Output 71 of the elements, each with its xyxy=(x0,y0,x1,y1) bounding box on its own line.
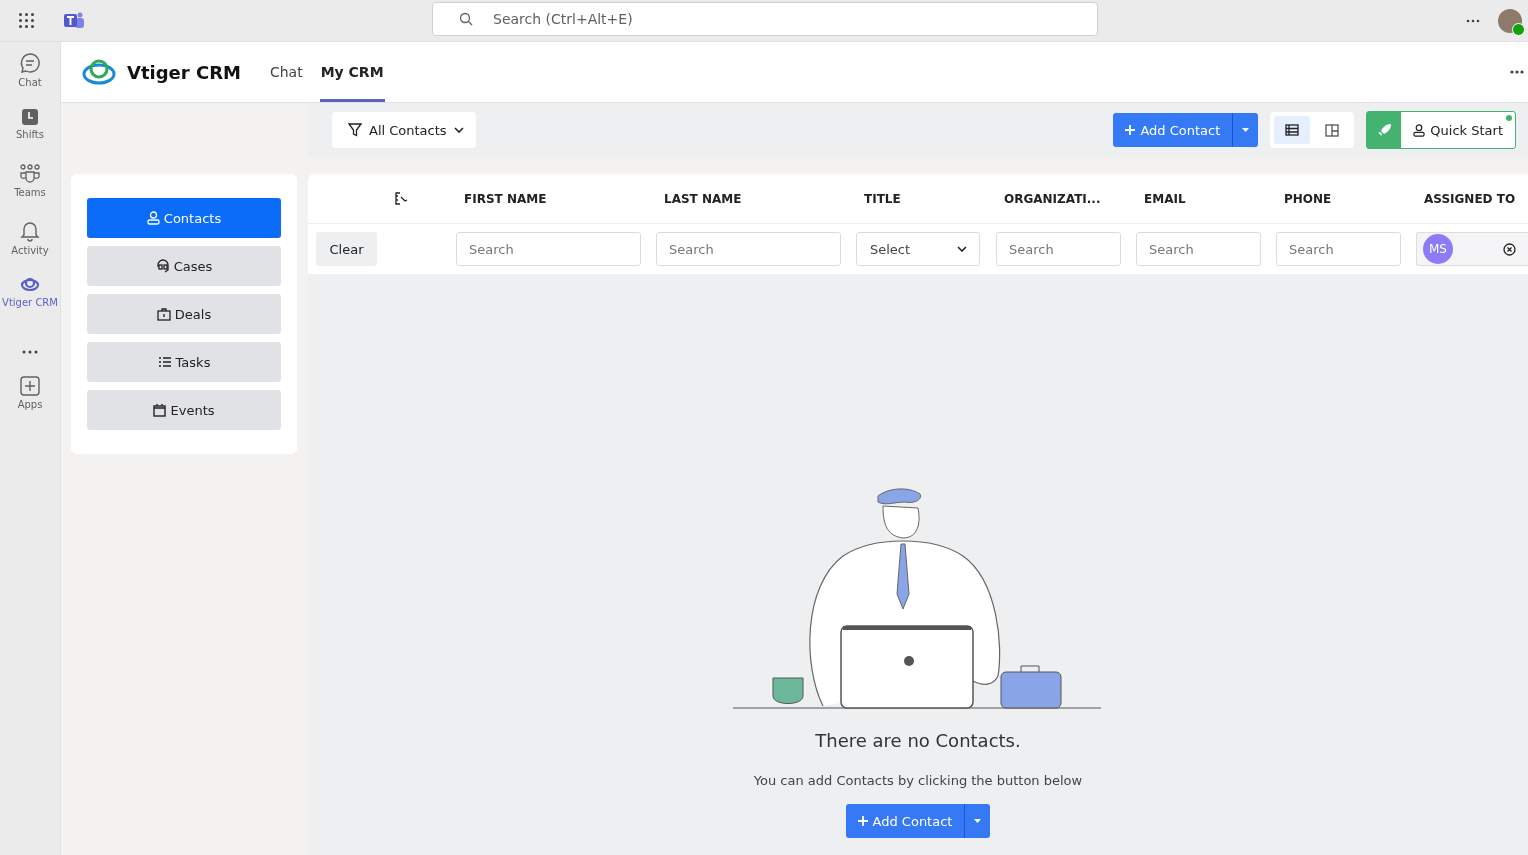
module-button[interactable]: Cases xyxy=(87,246,281,286)
empty-title: There are no Contacts. xyxy=(815,730,1021,751)
tab[interactable]: Chat xyxy=(268,42,304,102)
columns-icon xyxy=(1325,123,1340,137)
person-icon xyxy=(146,211,160,225)
rail-item[interactable]: Shifts xyxy=(0,106,61,162)
empty-subtitle: You can add Contacts by clicking the button below xyxy=(753,773,1083,788)
add-contact-button[interactable]: Add Contact xyxy=(845,804,965,838)
search-field[interactable]: Search (Ctrl+Alt+E) xyxy=(432,2,1098,36)
more-icon[interactable] xyxy=(22,350,38,354)
chevron-icon xyxy=(453,127,464,133)
presence-icon xyxy=(1512,22,1525,36)
person-icon xyxy=(1413,123,1426,137)
rail-item[interactable]: Chat xyxy=(0,50,61,106)
list-icon xyxy=(157,356,172,368)
filter-dropdown[interactable]: All Contacts xyxy=(332,112,476,148)
column-header[interactable]: TITLE xyxy=(856,191,996,206)
user-avatar: MS xyxy=(1423,234,1453,264)
clear-icon[interactable] xyxy=(1503,242,1516,256)
add-options-button[interactable] xyxy=(964,804,991,838)
add-options-button[interactable] xyxy=(1232,113,1259,147)
briefcase-icon xyxy=(156,307,171,321)
select-dropdown[interactable]: Select xyxy=(856,232,980,266)
plus-icon xyxy=(857,816,868,826)
module-button[interactable]: Deals xyxy=(87,294,281,334)
view-toggle[interactable] xyxy=(1274,116,1311,144)
search-field[interactable]: Search xyxy=(996,232,1121,266)
rail-item[interactable]: Vtiger CRM xyxy=(0,274,61,330)
notification-dot xyxy=(1506,115,1512,121)
module-button[interactable]: Contacts xyxy=(87,198,281,238)
chat-icon xyxy=(19,52,41,74)
column-header[interactable]: ORGANIZATI... xyxy=(996,191,1136,206)
calendar-icon xyxy=(153,403,167,417)
column-settings-icon[interactable] xyxy=(394,192,408,205)
bell-icon xyxy=(20,220,40,242)
add-contact-button[interactable]: Add Contact xyxy=(1113,113,1233,147)
add-icon xyxy=(20,376,40,396)
teams-logo-icon[interactable] xyxy=(63,11,85,30)
teams-icon xyxy=(19,164,41,184)
column-header[interactable]: EMAIL xyxy=(1136,191,1276,206)
module-button[interactable]: Tasks xyxy=(87,342,281,382)
search-field[interactable]: Search xyxy=(656,232,841,266)
table-icon xyxy=(1285,124,1300,136)
rail-item[interactable]: Teams xyxy=(0,162,61,218)
avatar[interactable] xyxy=(1498,8,1522,33)
caret-icon xyxy=(974,819,982,823)
caret-icon xyxy=(1242,128,1250,132)
more-icon[interactable] xyxy=(1510,70,1524,74)
search-field[interactable]: Search xyxy=(1276,232,1401,266)
rail-item[interactable]: Apps xyxy=(0,374,61,430)
rail-item[interactable]: Activity xyxy=(0,218,61,274)
module-button[interactable]: Events xyxy=(87,390,281,430)
clear-button[interactable]: Clear xyxy=(316,232,377,266)
column-header[interactable]: ASSIGNED TO xyxy=(1416,191,1528,206)
cloud-icon xyxy=(19,276,41,294)
column-header[interactable]: FIRST NAME xyxy=(456,191,656,206)
column-header[interactable]: PHONE xyxy=(1276,191,1416,206)
clock-icon xyxy=(21,108,39,126)
rocket-icon[interactable] xyxy=(1376,122,1392,138)
quick-start-button[interactable]: Quick Start xyxy=(1401,112,1515,148)
column-header[interactable]: LAST NAME xyxy=(656,191,856,206)
plus-icon xyxy=(1125,125,1136,135)
filter-icon xyxy=(348,123,362,137)
app-launcher-icon[interactable] xyxy=(18,12,35,29)
chevron-icon xyxy=(957,246,967,252)
app-title: Vtiger CRM xyxy=(127,61,241,83)
search-icon xyxy=(459,12,473,26)
search-field[interactable]: Search xyxy=(1136,232,1261,266)
headset-icon xyxy=(155,259,170,273)
more-icon[interactable] xyxy=(1466,18,1480,23)
search-field[interactable]: Search xyxy=(456,232,641,266)
